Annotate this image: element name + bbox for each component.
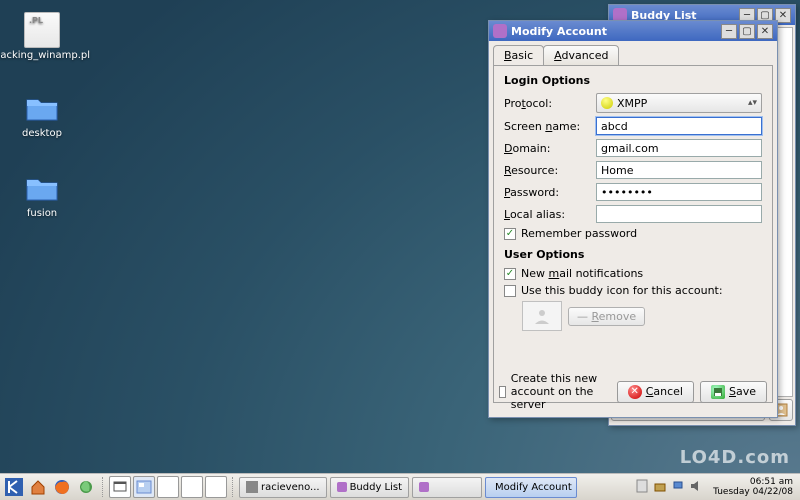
- desktop-icon-label: hacking_winamp.pl: [0, 50, 90, 61]
- desktop-icon-file[interactable]: hacking_winamp.pl: [12, 12, 72, 61]
- app-icon: [493, 24, 507, 38]
- remove-buddy-icon-button[interactable]: — Remove: [568, 307, 645, 326]
- protocol-value: XMPP: [617, 97, 647, 110]
- tray-icon-updates[interactable]: [653, 479, 669, 495]
- titlebar[interactable]: Modify Account ─ ▢ ✕: [489, 21, 777, 41]
- task-item[interactable]: [412, 477, 482, 498]
- create-on-server-checkbox[interactable]: [499, 386, 506, 398]
- desktop-icon-label: desktop: [22, 128, 62, 139]
- desktop-pager-3[interactable]: [181, 476, 203, 498]
- protocol-combo[interactable]: XMPP ▴▾: [596, 93, 762, 113]
- screen-name-input[interactable]: [596, 117, 762, 135]
- desktop-icon-label: fusion: [27, 208, 57, 219]
- folder-icon: [24, 170, 60, 206]
- protocol-label: Protocol:: [504, 97, 596, 110]
- screen-name-label: Screen name:: [504, 120, 596, 133]
- user-options-heading: User Options: [504, 248, 762, 261]
- resource-input[interactable]: [596, 161, 762, 179]
- cancel-icon: ✕: [628, 385, 642, 399]
- password-label: Password:: [504, 186, 596, 199]
- use-buddy-icon-label: Use this buddy icon for this account:: [521, 284, 723, 297]
- pidgin-icon: [337, 482, 347, 492]
- pidgin-icon: [419, 482, 429, 492]
- new-mail-checkbox[interactable]: [504, 268, 516, 280]
- use-buddy-icon-checkbox[interactable]: [504, 285, 516, 297]
- task-label: Modify Account: [495, 482, 572, 493]
- file-icon: [24, 12, 60, 48]
- task-label: racieveno...: [261, 482, 320, 493]
- folder-icon: [24, 90, 60, 126]
- taskbar-separator: [232, 477, 236, 497]
- desktop-icon-folder[interactable]: desktop: [12, 90, 72, 139]
- tab-bar: BBasicasic Advanced: [489, 41, 777, 65]
- tray-icon-network[interactable]: [671, 479, 687, 495]
- domain-label: Domain:: [504, 142, 596, 155]
- local-alias-input[interactable]: [596, 205, 762, 223]
- bulb-icon: [601, 97, 613, 109]
- watermark: LO4D.com: [680, 447, 790, 468]
- remember-password-checkbox[interactable]: [504, 228, 516, 240]
- desktop-pager-2[interactable]: [157, 476, 179, 498]
- close-button[interactable]: ✕: [757, 24, 773, 39]
- tray-icon-clipboard[interactable]: [635, 479, 651, 495]
- new-mail-label: New mail notifications: [521, 267, 643, 280]
- tab-panel-basic: Login Options Protocol: XMPP ▴▾ Screen n…: [493, 65, 773, 403]
- clock-date: Tuesday 04/22/08: [713, 487, 793, 497]
- tray-icon-volume[interactable]: [689, 479, 705, 495]
- taskbar: racieveno... Buddy List Modify Account 0…: [0, 473, 800, 500]
- minimize-button[interactable]: ─: [721, 24, 737, 39]
- maximize-button[interactable]: ▢: [739, 24, 755, 39]
- desktop-pager-4[interactable]: [205, 476, 227, 498]
- task-item[interactable]: Buddy List: [330, 477, 409, 498]
- password-input[interactable]: [596, 183, 762, 201]
- firefox-button[interactable]: [51, 476, 73, 498]
- taskbar-separator: [102, 477, 106, 497]
- window-title: Modify Account: [511, 25, 719, 38]
- desktop-pager-1[interactable]: [133, 476, 155, 498]
- login-options-heading: Login Options: [504, 74, 762, 87]
- tab-basic[interactable]: BBasicasic: [493, 45, 544, 65]
- save-icon: [711, 385, 725, 399]
- domain-input[interactable]: [596, 139, 762, 157]
- chevron-updown-icon: ▴▾: [748, 101, 757, 106]
- clock-time: 06:51 am: [713, 477, 793, 487]
- local-alias-label: Local alias:: [504, 208, 596, 221]
- task-item[interactable]: racieveno...: [239, 477, 327, 498]
- home-button[interactable]: [27, 476, 49, 498]
- desktop-icon-folder[interactable]: fusion: [12, 170, 72, 219]
- modify-account-window: Modify Account ─ ▢ ✕ BBasicasic Advanced…: [488, 20, 778, 418]
- task-item-active[interactable]: Modify Account: [485, 477, 577, 498]
- resource-label: Resource:: [504, 164, 596, 177]
- show-desktop-button[interactable]: [109, 476, 131, 498]
- save-button[interactable]: Save: [700, 381, 767, 403]
- tab-advanced[interactable]: Advanced: [543, 45, 619, 65]
- taskbar-clock[interactable]: 06:51 am Tuesday 04/22/08: [713, 477, 793, 497]
- kmenu-button[interactable]: [3, 476, 25, 498]
- buddy-icon-preview[interactable]: [522, 301, 562, 331]
- remember-password-label: Remember password: [521, 227, 637, 240]
- cancel-button[interactable]: ✕ Cancel: [617, 381, 694, 403]
- task-label: Buddy List: [350, 482, 402, 493]
- app-launcher-button[interactable]: [75, 476, 97, 498]
- create-on-server-label: Create this new account on the server: [511, 372, 611, 411]
